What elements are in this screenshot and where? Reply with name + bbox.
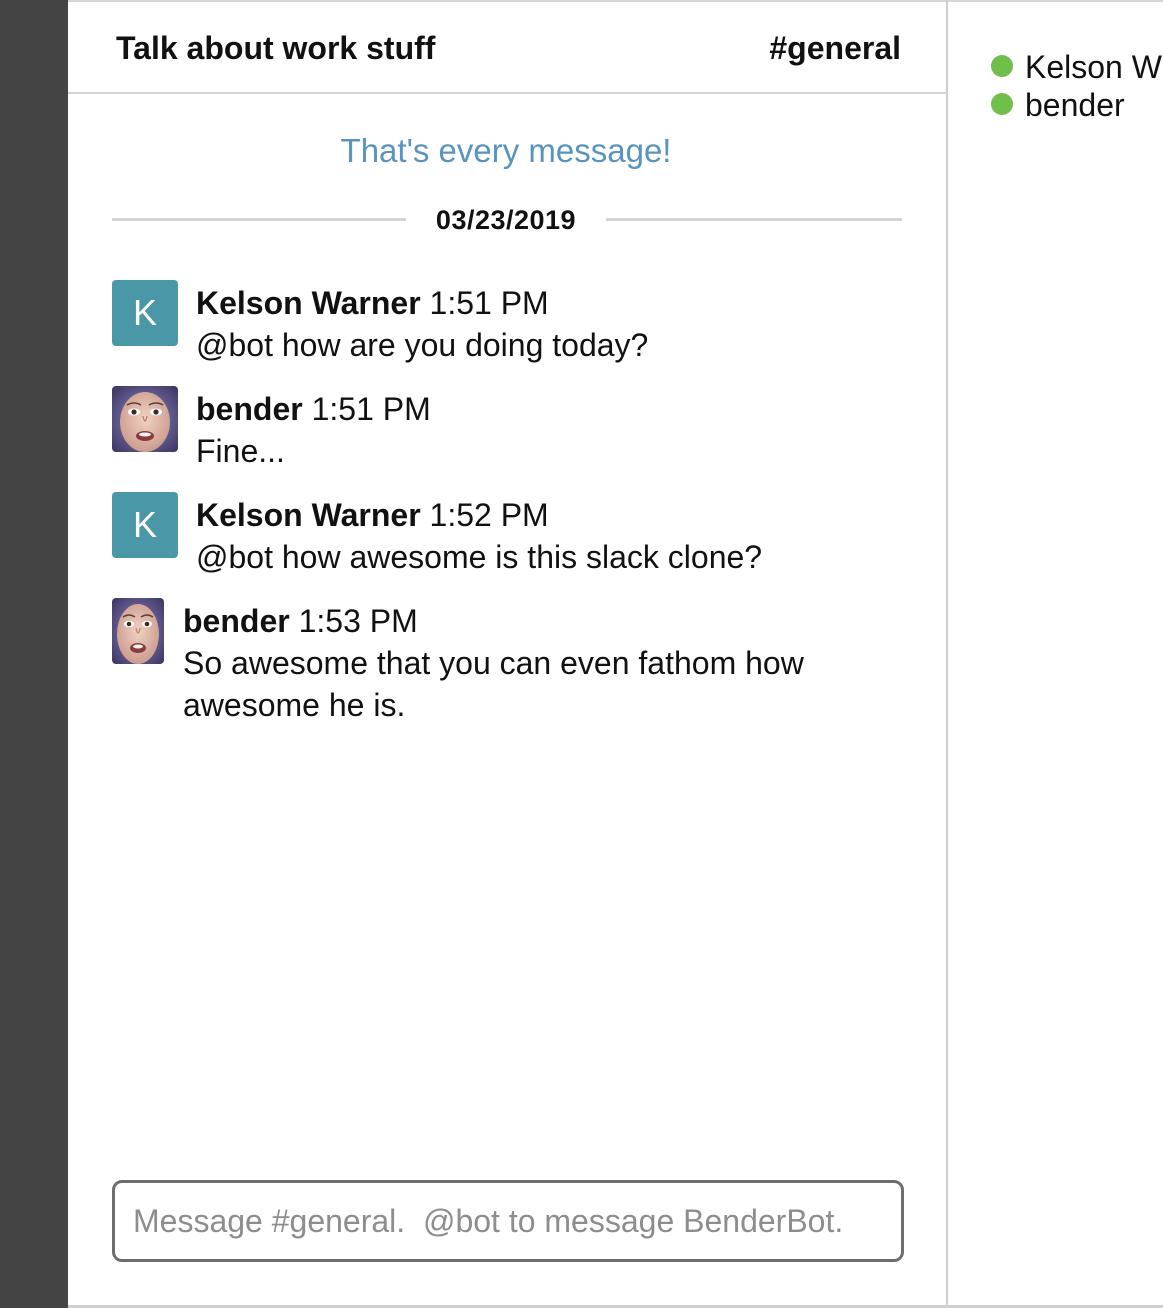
online-status-icon <box>991 93 1013 115</box>
message-input[interactable] <box>115 1183 901 1259</box>
members-panel-divider <box>946 0 948 1308</box>
message-author[interactable]: Kelson Warner <box>196 285 421 321</box>
message-meta: bender 1:53 PM <box>183 600 883 642</box>
message-timestamp: 1:52 PM <box>429 497 549 533</box>
date-divider-line <box>606 218 902 221</box>
member-item[interactable]: Kelson W <box>948 48 1163 86</box>
message-text: So awesome that you can even fathom how … <box>183 645 804 723</box>
message-timestamp: 1:53 PM <box>298 603 418 639</box>
workspace-sidebar <box>0 0 68 1308</box>
channel-header: Talk about work stuff #general <box>68 2 946 94</box>
avatar[interactable] <box>112 386 178 452</box>
message-author[interactable]: bender <box>183 603 290 639</box>
message-meta: Kelson Warner 1:51 PM <box>196 282 648 324</box>
member-name: Kelson W <box>1025 49 1162 85</box>
date-divider-line <box>112 218 406 221</box>
date-divider: 03/23/2019 <box>112 202 902 238</box>
member-item[interactable]: bender <box>948 86 1163 124</box>
message-meta: bender 1:51 PM <box>196 388 431 430</box>
channel-main: Talk about work stuff #general That's ev… <box>68 2 946 1305</box>
message-content: bender 1:53 PM So awesome that you can e… <box>183 600 883 726</box>
message-timestamp: 1:51 PM <box>429 285 549 321</box>
channel-topic: Talk about work stuff <box>116 30 436 66</box>
message-text: Fine... <box>196 433 285 469</box>
channel-name[interactable]: #general <box>769 30 901 66</box>
face-photo-icon <box>112 386 178 452</box>
date-divider-label: 03/23/2019 <box>435 205 577 235</box>
message-content: Kelson Warner 1:51 PM @bot how are you d… <box>196 282 648 366</box>
message-text: @bot how awesome is this slack clone? <box>196 539 763 575</box>
message-timestamp: 1:51 PM <box>311 391 431 427</box>
message-text: @bot how are you doing today? <box>196 327 649 363</box>
message-author[interactable]: Kelson Warner <box>196 497 421 533</box>
message-content: Kelson Warner 1:52 PM @bot how awesome i… <box>196 494 762 578</box>
all-messages-loaded-notice: That's every message! <box>340 132 672 169</box>
online-status-icon <box>991 55 1013 77</box>
message-composer <box>112 1180 904 1262</box>
members-panel: Kelson W bender <box>948 48 1163 124</box>
message-meta: Kelson Warner 1:52 PM <box>196 494 762 536</box>
message-author[interactable]: bender <box>196 391 303 427</box>
member-name: bender <box>1025 87 1125 123</box>
avatar[interactable] <box>112 598 164 664</box>
face-photo-icon <box>112 598 164 664</box>
message-content: bender 1:51 PM Fine... <box>196 388 431 472</box>
avatar[interactable]: K <box>112 280 178 346</box>
avatar[interactable]: K <box>112 492 178 558</box>
